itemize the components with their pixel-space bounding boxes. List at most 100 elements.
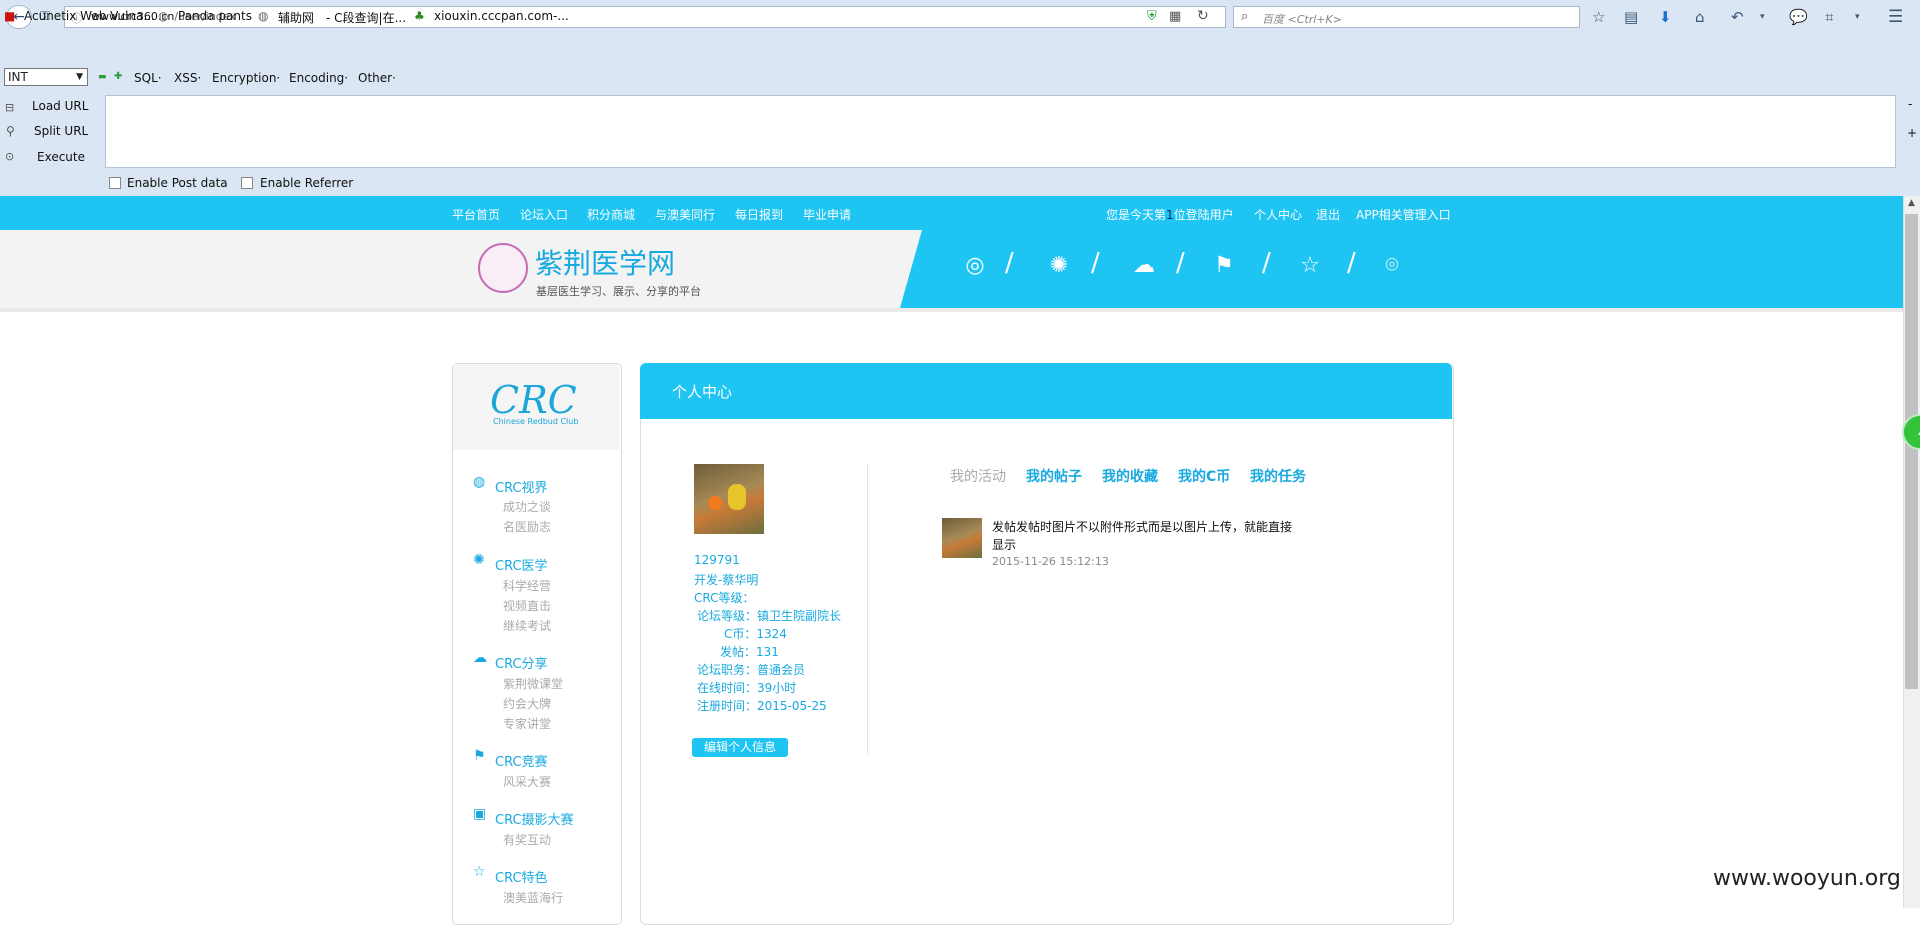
sidebar-subitem[interactable]: 紫荆微课堂 — [503, 675, 563, 692]
divider: / — [1091, 248, 1100, 278]
sidebar-subitem[interactable]: 科学经营 — [503, 577, 551, 594]
bookmark-item[interactable]: - C段查询|在... — [326, 9, 406, 26]
search-placeholder: 百度 <Ctrl+K> — [1262, 13, 1342, 26]
site-top-nav — [0, 196, 1903, 230]
sidebar-item-vision[interactable]: CRC视界 — [495, 477, 548, 496]
location-icon[interactable]: ⌾ — [1378, 252, 1406, 280]
scrollbar-thumb[interactable] — [1905, 214, 1918, 689]
sidebar-subitem[interactable]: 风采大赛 — [503, 773, 551, 790]
tab-my-tasks[interactable]: 我的任务 — [1250, 466, 1306, 486]
cloud-icon[interactable]: ☁ — [1130, 252, 1158, 280]
sidebar-item-photo[interactable]: CRC摄影大赛 — [495, 809, 574, 828]
sidebar-subitem[interactable]: 专家讲堂 — [503, 715, 551, 732]
sidebar-item-special[interactable]: CRC特色 — [495, 867, 548, 886]
sidebar-item-contest[interactable]: CRC竞赛 — [495, 751, 548, 770]
tab-my-coins[interactable]: 我的C币 — [1178, 466, 1230, 486]
crc-logo-tagline: Chinese Redbud Club — [493, 417, 579, 426]
sidebar-subitem[interactable]: 澳美蓝海行 — [503, 889, 563, 906]
chat-icon[interactable]: 💬 — [1789, 8, 1808, 26]
sidebar-subitem[interactable]: 继续考试 — [503, 617, 551, 634]
activity-avatar[interactable] — [942, 518, 982, 558]
referrer-checkbox[interactable] — [241, 177, 253, 189]
c-coins: C币：1324 — [724, 627, 787, 641]
nav-forum[interactable]: 论坛入口 — [520, 206, 568, 223]
star-icon[interactable]: ☆ — [1296, 252, 1324, 280]
chevron-down-icon[interactable]: ▾ — [1760, 8, 1765, 26]
execute-icon: ⊙ — [5, 150, 15, 163]
globe-icon: ◍ — [258, 9, 269, 23]
acunetix-icon: ■ — [4, 9, 16, 23]
sidebar-subitem[interactable]: 名医励志 — [503, 518, 551, 535]
flag-icon: ⚑ — [473, 748, 486, 764]
sql-menu[interactable]: SQL· — [134, 71, 162, 85]
xss-menu[interactable]: XSS· — [174, 71, 201, 85]
split-url-button[interactable]: Split URL — [34, 124, 88, 138]
chevron-down-icon[interactable]: ▾ — [1855, 8, 1860, 26]
sidebar-subitem[interactable]: 视频直击 — [503, 597, 551, 614]
nav-home[interactable]: 平台首页 — [452, 206, 500, 223]
split-url-icon: ⚲ — [6, 124, 15, 138]
menu-icon[interactable]: ☰ — [1888, 8, 1903, 26]
bookmarks-bar — [0, 34, 1920, 68]
watermark: www.wooyun.org — [1713, 866, 1901, 891]
undo-icon[interactable]: ↶ — [1731, 8, 1744, 26]
nav-logout[interactable]: 退出 — [1316, 206, 1340, 223]
activity-text[interactable]: 发帖发帖时图片不以附件形式而是以图片上传，就能直接显示 — [992, 518, 1302, 554]
download-icon[interactable]: ⬇ — [1659, 8, 1672, 26]
shrink-button[interactable]: - — [1908, 97, 1912, 111]
nav-graduation[interactable]: 毕业申请 — [803, 206, 851, 223]
bookmark-item[interactable]: Panda pants — [178, 9, 252, 23]
nav-mall[interactable]: 积分商城 — [587, 206, 635, 223]
scroll-up-arrow[interactable]: ▲ — [1903, 198, 1920, 212]
shield-icon[interactable]: ⛨ — [1147, 9, 1157, 24]
site-logo[interactable] — [478, 243, 528, 293]
reading-list-icon[interactable]: ▤ — [1624, 8, 1638, 26]
edit-profile-button[interactable]: 编辑个人信息 — [692, 738, 788, 757]
globe-icon: ◍ — [473, 474, 486, 490]
avatar-figure — [728, 484, 746, 510]
photo-icon: ▣ — [473, 806, 487, 822]
bookmark-item[interactable]: xiouxin.cccpan.com-... — [434, 9, 569, 23]
atom-icon[interactable]: ✺ — [1045, 252, 1073, 280]
flag-icon[interactable]: ⚑ — [1210, 252, 1238, 280]
sidebar-item-medicine[interactable]: CRC医学 — [495, 555, 548, 574]
post-count: 发帖：131 — [720, 645, 779, 659]
nav-aomei[interactable]: 与澳美同行 — [655, 206, 715, 223]
atom-icon: ✺ — [473, 552, 485, 568]
bookmark-item[interactable]: 辅助网 — [278, 9, 314, 26]
minus-icon[interactable]: ▬ — [98, 72, 107, 82]
execute-button[interactable]: Execute — [37, 150, 85, 164]
divider: / — [1176, 248, 1185, 278]
sidebar-subitem[interactable]: 成功之谈 — [503, 498, 551, 515]
encryption-menu[interactable]: Encryption· — [212, 71, 280, 85]
divider: / — [1347, 248, 1356, 278]
nav-app-admin[interactable]: APP相关管理入口 — [1356, 206, 1451, 223]
int-select[interactable]: INT ▼ — [4, 68, 88, 86]
reload-icon[interactable]: ↻ — [1197, 8, 1209, 24]
plus-icon[interactable]: ✚ — [114, 71, 122, 82]
user-id: 129791 — [694, 553, 740, 567]
search-bar[interactable]: ⌕ 百度 <Ctrl+K> — [1233, 6, 1580, 28]
sidebar-item-share[interactable]: CRC分享 — [495, 653, 548, 672]
sidebar-subitem[interactable]: 约会大牌 — [503, 695, 551, 712]
other-menu[interactable]: Other· — [358, 71, 396, 85]
qr-code-icon[interactable]: ▦ — [1169, 9, 1181, 24]
bookmark-item[interactable]: Acunetix Web Vulna... — [24, 9, 155, 23]
forum-level: 论坛等级：镇卫生院副院长 — [697, 609, 842, 623]
hackbar-url-textarea[interactable] — [105, 95, 1896, 168]
load-url-button[interactable]: Load URL — [32, 99, 88, 113]
crc-logo: CRC — [490, 378, 577, 422]
expand-button[interactable]: + — [1907, 126, 1917, 140]
sidebar-subitem[interactable]: 有奖互动 — [503, 831, 551, 848]
crop-icon[interactable]: ⌗ — [1825, 8, 1833, 26]
tab-my-posts[interactable]: 我的帖子 — [1026, 466, 1082, 486]
home-icon[interactable]: ⌂ — [1695, 8, 1705, 26]
nav-checkin[interactable]: 每日报到 — [735, 206, 783, 223]
encoding-menu[interactable]: Encoding· — [289, 71, 348, 85]
nav-user-center[interactable]: 个人中心 — [1254, 206, 1302, 223]
tab-my-activity[interactable]: 我的活动 — [950, 466, 1006, 486]
tab-my-favorites[interactable]: 我的收藏 — [1102, 466, 1158, 486]
post-data-checkbox[interactable] — [109, 177, 121, 189]
bookmark-star-icon[interactable]: ☆ — [1592, 8, 1605, 26]
globe-icon[interactable]: ◎ — [961, 252, 989, 280]
